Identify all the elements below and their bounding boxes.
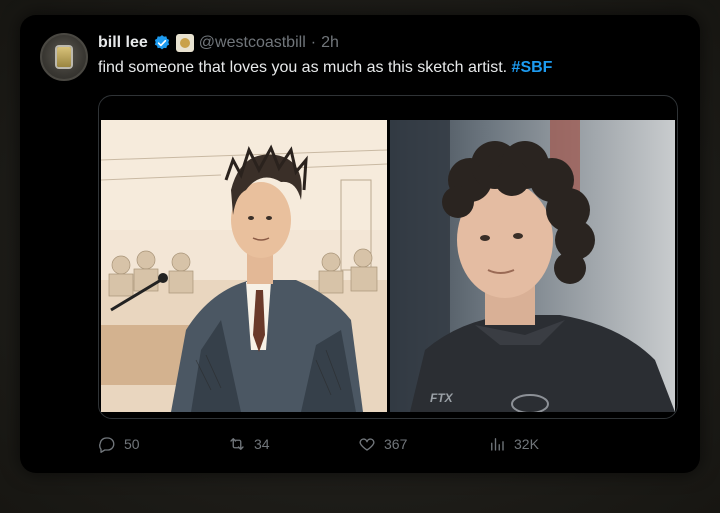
- views-button[interactable]: 32K: [488, 435, 539, 453]
- like-count: 367: [384, 436, 408, 452]
- separator-dot: ·: [310, 34, 317, 51]
- media-container[interactable]: FTX: [98, 95, 678, 419]
- retweet-count: 34: [254, 436, 270, 452]
- reply-icon: [99, 437, 115, 453]
- tweet-actions: 50 34 367 32K: [98, 435, 658, 457]
- avatar-image: [57, 47, 71, 67]
- tweet-text-main: find someone that loves you as much as t…: [98, 59, 508, 76]
- display-name[interactable]: bill lee: [98, 34, 148, 52]
- sketch-image[interactable]: [101, 120, 387, 412]
- like-button[interactable]: 367: [358, 435, 407, 453]
- views-chart-icon: [491, 438, 504, 451]
- photo-image[interactable]: FTX: [390, 120, 675, 412]
- retweet-button[interactable]: 34: [228, 435, 270, 453]
- timestamp[interactable]: 2h: [321, 34, 339, 52]
- heart-icon: [359, 438, 375, 451]
- handle[interactable]: @westcoastbill: [199, 34, 306, 52]
- shirt-logo-text: FTX: [430, 391, 454, 405]
- retweet-icon: [230, 438, 244, 450]
- tweet-text: find someone that loves you as much as t…: [98, 59, 552, 77]
- tweet-header: bill lee @westcoastbill · 2h: [98, 32, 339, 54]
- avatar[interactable]: [40, 33, 88, 81]
- views-count: 32K: [514, 436, 539, 452]
- verified-badge-icon: [154, 35, 169, 50]
- tweet-card[interactable]: bill lee @westcoastbill · 2h find someon…: [20, 15, 700, 473]
- reply-button[interactable]: 50: [98, 435, 140, 453]
- affiliation-badge-icon: [175, 34, 194, 52]
- reply-count: 50: [124, 436, 140, 452]
- hashtag-link[interactable]: #SBF: [512, 59, 553, 76]
